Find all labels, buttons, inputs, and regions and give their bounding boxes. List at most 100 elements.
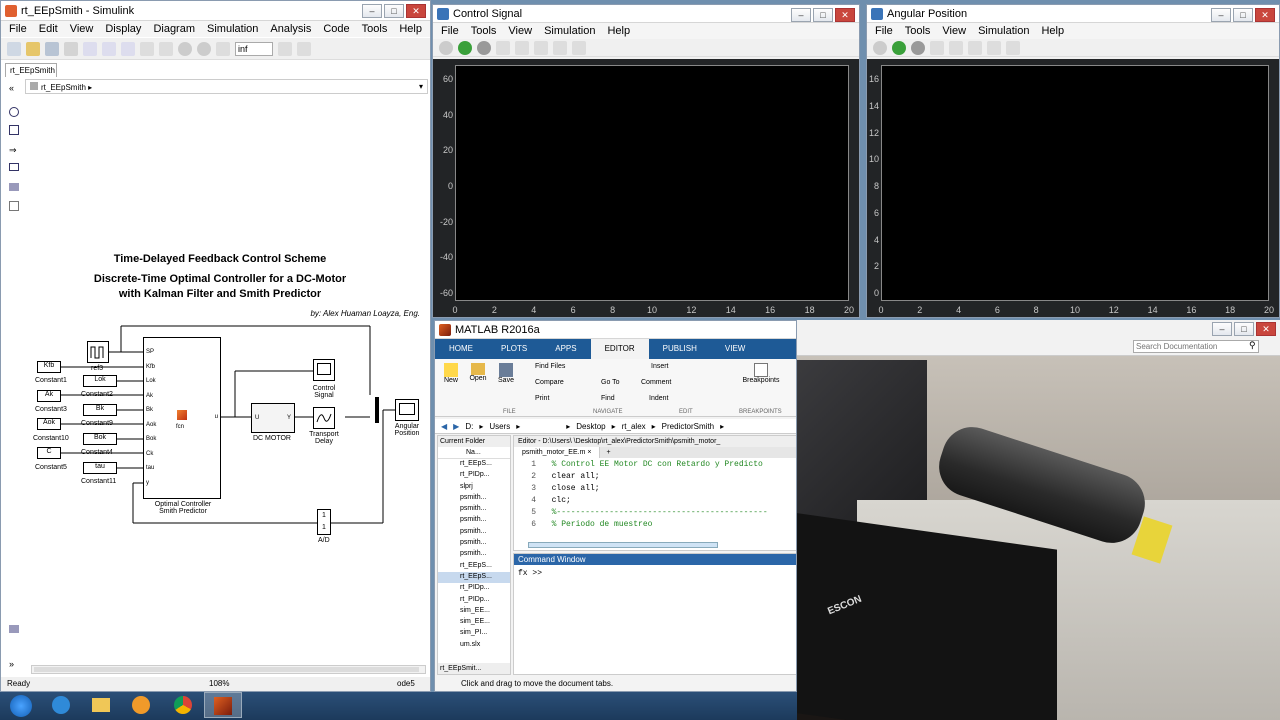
save-button[interactable]: Save bbox=[495, 363, 517, 384]
stop-icon[interactable] bbox=[197, 41, 211, 56]
file-item[interactable]: sim_EE... bbox=[438, 617, 510, 628]
block-bk[interactable]: Bk bbox=[83, 404, 117, 416]
name-column[interactable]: Na... bbox=[438, 447, 510, 459]
print-button[interactable]: Print bbox=[535, 395, 549, 402]
new-button[interactable]: New bbox=[441, 363, 461, 384]
block-bok[interactable]: Bok bbox=[83, 433, 117, 445]
run-icon[interactable] bbox=[178, 41, 192, 56]
back-arrow-icon[interactable]: ◀ bbox=[441, 422, 447, 431]
step-icon[interactable] bbox=[930, 40, 944, 55]
file-item[interactable]: psmith... bbox=[438, 493, 510, 504]
minimize-button[interactable]: – bbox=[791, 8, 811, 22]
angular-position-axes[interactable] bbox=[881, 65, 1269, 301]
menu-edit[interactable]: Edit bbox=[39, 23, 58, 35]
goto-button[interactable]: Go To bbox=[601, 379, 620, 386]
maximize-button[interactable]: □ bbox=[1233, 8, 1253, 22]
tab-view[interactable]: VIEW bbox=[711, 339, 759, 359]
menu-analysis[interactable]: Analysis bbox=[270, 23, 311, 35]
save-icon[interactable] bbox=[45, 41, 59, 56]
taskbar-ie[interactable] bbox=[42, 692, 80, 718]
menu-file[interactable]: File bbox=[875, 25, 893, 37]
block-angular-position[interactable] bbox=[395, 399, 419, 421]
path-d[interactable]: D: bbox=[465, 422, 473, 431]
menu-view[interactable]: View bbox=[942, 25, 966, 37]
menu-help[interactable]: Help bbox=[1041, 25, 1064, 37]
taskbar-explorer[interactable] bbox=[82, 692, 120, 718]
style-icon[interactable] bbox=[1006, 40, 1020, 55]
file-item[interactable]: psmith... bbox=[438, 538, 510, 549]
taskbar-chrome[interactable] bbox=[164, 692, 202, 718]
diagram-canvas[interactable]: Time-Delayed Feedback Control Scheme Dis… bbox=[25, 95, 428, 663]
path-rt-alex[interactable]: rt_alex bbox=[622, 422, 646, 431]
horizontal-scrollbar[interactable] bbox=[31, 665, 426, 674]
file-item[interactable]: rt_EEpS... bbox=[438, 561, 510, 572]
cursor-icon[interactable] bbox=[553, 40, 567, 55]
file-item[interactable]: psmith... bbox=[438, 515, 510, 526]
menu-view[interactable]: View bbox=[70, 23, 94, 35]
start-button[interactable] bbox=[2, 692, 40, 718]
file-item[interactable]: rt_PIDp... bbox=[438, 583, 510, 594]
close-button[interactable]: ✕ bbox=[835, 8, 855, 22]
print-icon[interactable] bbox=[64, 41, 78, 56]
compare-button[interactable]: Compare bbox=[535, 379, 564, 386]
block-ak[interactable]: Ak bbox=[37, 390, 61, 402]
back-icon[interactable] bbox=[83, 41, 97, 56]
menu-simulation[interactable]: Simulation bbox=[544, 25, 595, 37]
comment-button[interactable]: Comment bbox=[641, 379, 671, 386]
code-line[interactable]: 6 % Periodo de muestreo bbox=[514, 520, 796, 532]
menu-display[interactable]: Display bbox=[105, 23, 141, 35]
command-prompt[interactable]: fx >> bbox=[514, 565, 796, 582]
chevron-down-icon[interactable]: ▾ bbox=[419, 82, 423, 91]
file-item[interactable]: rt_EEpS... bbox=[438, 571, 510, 584]
menu-simulation[interactable]: Simulation bbox=[207, 23, 258, 35]
up-icon[interactable] bbox=[121, 41, 135, 56]
menu-file[interactable]: File bbox=[9, 23, 27, 35]
angular-position-titlebar[interactable]: Angular Position – □ ✕ bbox=[867, 5, 1279, 23]
block-kfb[interactable]: Kfb bbox=[37, 361, 61, 373]
file-item[interactable]: rt_EEpS... bbox=[438, 459, 510, 470]
annotation-icon[interactable] bbox=[9, 163, 19, 171]
menu-diagram[interactable]: Diagram bbox=[153, 23, 195, 35]
build-icon[interactable] bbox=[278, 41, 292, 56]
file-item[interactable]: sim_PI... bbox=[438, 628, 510, 639]
run-icon[interactable] bbox=[458, 40, 472, 55]
code-line[interactable]: 5 %-------------------------------------… bbox=[514, 508, 796, 520]
file-item[interactable]: psmith... bbox=[438, 504, 510, 515]
close-button[interactable]: ✕ bbox=[406, 4, 426, 18]
search-documentation-input[interactable] bbox=[1133, 340, 1259, 353]
file-item[interactable]: um.slx bbox=[438, 640, 510, 651]
block-transport-delay[interactable] bbox=[313, 407, 335, 429]
close-button[interactable]: ✕ bbox=[1256, 322, 1276, 336]
file-item[interactable]: psmith... bbox=[438, 527, 510, 538]
maximize-button[interactable]: □ bbox=[1234, 322, 1254, 336]
command-window[interactable]: Command Window fx >> bbox=[513, 553, 796, 675]
search-icon[interactable]: ⚲ bbox=[1249, 340, 1256, 351]
block-dc-motor[interactable]: U Y bbox=[251, 403, 295, 433]
open-icon[interactable] bbox=[26, 41, 40, 56]
tab-plots[interactable]: PLOTS bbox=[487, 339, 541, 359]
stop-time-input[interactable] bbox=[235, 41, 273, 56]
block-control-signal[interactable] bbox=[313, 359, 335, 381]
breadcrumb[interactable]: rt_EEpSmith ▸ ▾ bbox=[25, 79, 428, 94]
block-lok[interactable]: Lok bbox=[83, 375, 117, 387]
find-files-button[interactable]: Find Files bbox=[535, 363, 565, 370]
control-signal-axes[interactable] bbox=[455, 65, 849, 301]
taskbar-media[interactable] bbox=[122, 692, 160, 718]
menu-tools[interactable]: Tools bbox=[905, 25, 931, 37]
library-icon[interactable] bbox=[140, 41, 154, 56]
menu-help[interactable]: Help bbox=[399, 23, 422, 35]
grid-icon[interactable] bbox=[297, 41, 311, 56]
menu-file[interactable]: File bbox=[441, 25, 459, 37]
file-item[interactable]: sim_EE... bbox=[438, 606, 510, 617]
maximize-button[interactable]: □ bbox=[813, 8, 833, 22]
path-users[interactable]: Users bbox=[489, 422, 510, 431]
model-tab[interactable]: rt_EEpSmith bbox=[5, 63, 57, 77]
code-area[interactable]: 1 % Control EE Motor DC con Retardo y Pr… bbox=[514, 458, 796, 532]
model-browser-icon[interactable] bbox=[9, 625, 19, 633]
file-item[interactable]: rt_PIDp... bbox=[438, 470, 510, 481]
autoscale-icon[interactable] bbox=[534, 40, 548, 55]
breakpoints-button[interactable]: Breakpoints bbox=[741, 363, 781, 384]
file-item[interactable]: rt_PIDp... bbox=[438, 595, 510, 606]
gear-icon[interactable] bbox=[873, 40, 887, 55]
new-tab-button[interactable]: + bbox=[600, 447, 616, 458]
